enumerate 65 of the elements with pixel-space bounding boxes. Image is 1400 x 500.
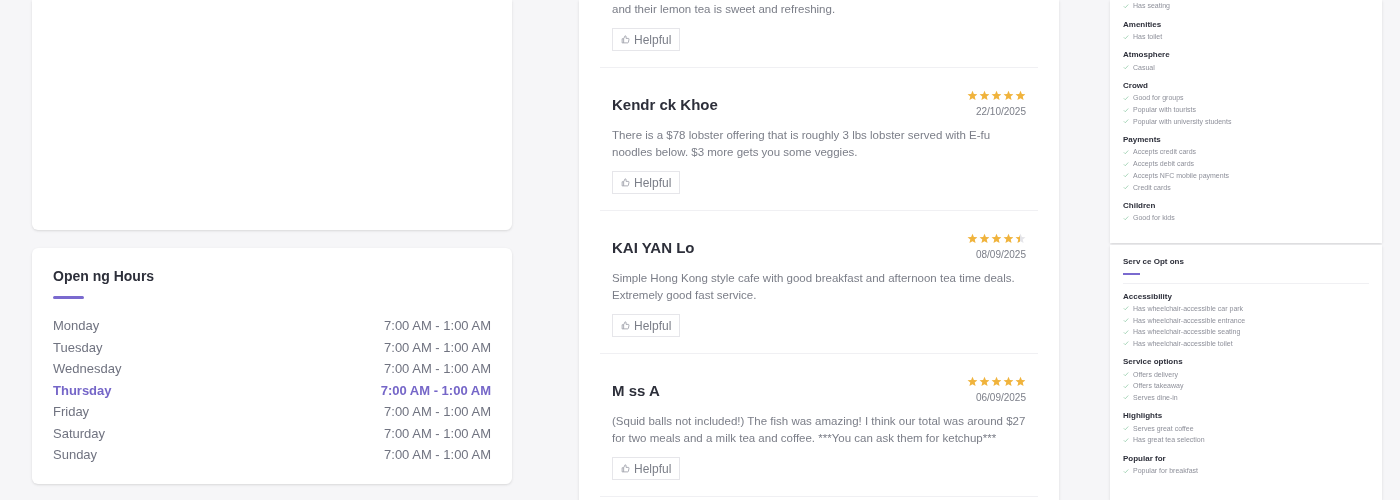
day-label: Tuesday [53, 338, 103, 357]
check-icon [1123, 467, 1129, 474]
hours-text: 7:00 AM - 1:00 AM [384, 424, 491, 443]
star-icon [1003, 90, 1014, 101]
day-label: Saturday [53, 424, 106, 443]
thumbs-up-icon [621, 464, 630, 473]
hours-text: 7:00 AM - 1:00 AM [384, 317, 491, 335]
star-icon [991, 90, 1002, 101]
star-icon [1003, 376, 1014, 387]
review-text: (Squid balls not included!) The fish was amazing! I think our total was around $27 for two meals and a milk tea and coffee. ***You can ask them for ketchup*** [612, 414, 1026, 446]
day-label: Wednesday [53, 360, 122, 378]
group-heading: Payments [1123, 134, 1161, 146]
check-icon [1123, 214, 1129, 221]
review-text: Simple Hong Kong style cafe with good breakfast and afternoon tea time deals. Extremely good fast service. [612, 271, 1016, 303]
review-text: There is a $78 lobster offering that is roughly 3 lbs lobster served with E-fu noodles below. $3 more gets you some veggies. [612, 128, 992, 160]
reviewer-name: M ss A [612, 381, 660, 401]
star-icon [979, 376, 990, 387]
star-icon [1015, 376, 1026, 387]
group-heading: Accessibility [1123, 290, 1172, 302]
group-heading: Service options [1123, 356, 1183, 368]
title-underline [1123, 273, 1140, 275]
star-icon [991, 376, 1002, 387]
helpful-button[interactable]: Helpful [612, 457, 681, 480]
day-label: Thursday [53, 381, 112, 400]
section-title: Open ng Hours [53, 267, 155, 286]
group-heading: Crowd [1123, 80, 1148, 92]
reviewer-name: Kendr ck Khoe [612, 95, 718, 115]
hours-text: 7:00 AM - 1:00 AM [384, 403, 491, 421]
reviewer-name: KAI YAN Lo [612, 238, 695, 258]
star-icon [979, 90, 990, 101]
star-icon [967, 90, 978, 101]
hours-text: 7:00 AM - 1:00 AM [384, 338, 491, 357]
star-icon [1015, 233, 1026, 244]
day-label: Sunday [53, 446, 98, 464]
group-heading: Atmosphere [1123, 49, 1170, 61]
star-icon [979, 233, 990, 244]
check-icon [1123, 2, 1129, 9]
group-heading: Popular for [1123, 452, 1166, 464]
thumbs-up-icon [621, 321, 630, 330]
title-underline [53, 296, 84, 299]
star-icon [1003, 233, 1014, 244]
review-date: 06/09/2025 [975, 391, 1026, 405]
review-text: and their lemon tea is sweet and refreshing. [612, 2, 837, 17]
star-icon [967, 376, 978, 387]
star-icon [967, 233, 978, 244]
helpful-button[interactable]: Helpful [612, 171, 681, 194]
check-icon [1123, 64, 1129, 71]
helpful-button[interactable]: Helpful [612, 28, 681, 51]
review-date: 22/10/2025 [975, 105, 1026, 119]
hours-text: 7:00 AM - 1:00 AM [384, 360, 491, 378]
helpful-button[interactable]: Helpful [612, 314, 681, 337]
group-heading: Children [1123, 199, 1156, 211]
hours-text: 7:00 AM - 1:00 AM [380, 381, 491, 400]
star-icon [991, 233, 1002, 244]
day-label: Friday [53, 403, 90, 421]
check-icon [1123, 33, 1129, 40]
group-heading: Amenities [1123, 18, 1162, 30]
hours-text: 7:00 AM - 1:00 AM [384, 446, 491, 464]
star-icon [1015, 90, 1026, 101]
thumbs-up-icon [621, 178, 630, 187]
section-title: Serv ce Opt ons [1123, 256, 1184, 268]
review-date: 08/09/2025 [975, 248, 1026, 262]
thumbs-up-icon [621, 35, 630, 44]
day-label: Monday [53, 317, 100, 335]
group-heading: Highlights [1123, 410, 1163, 422]
